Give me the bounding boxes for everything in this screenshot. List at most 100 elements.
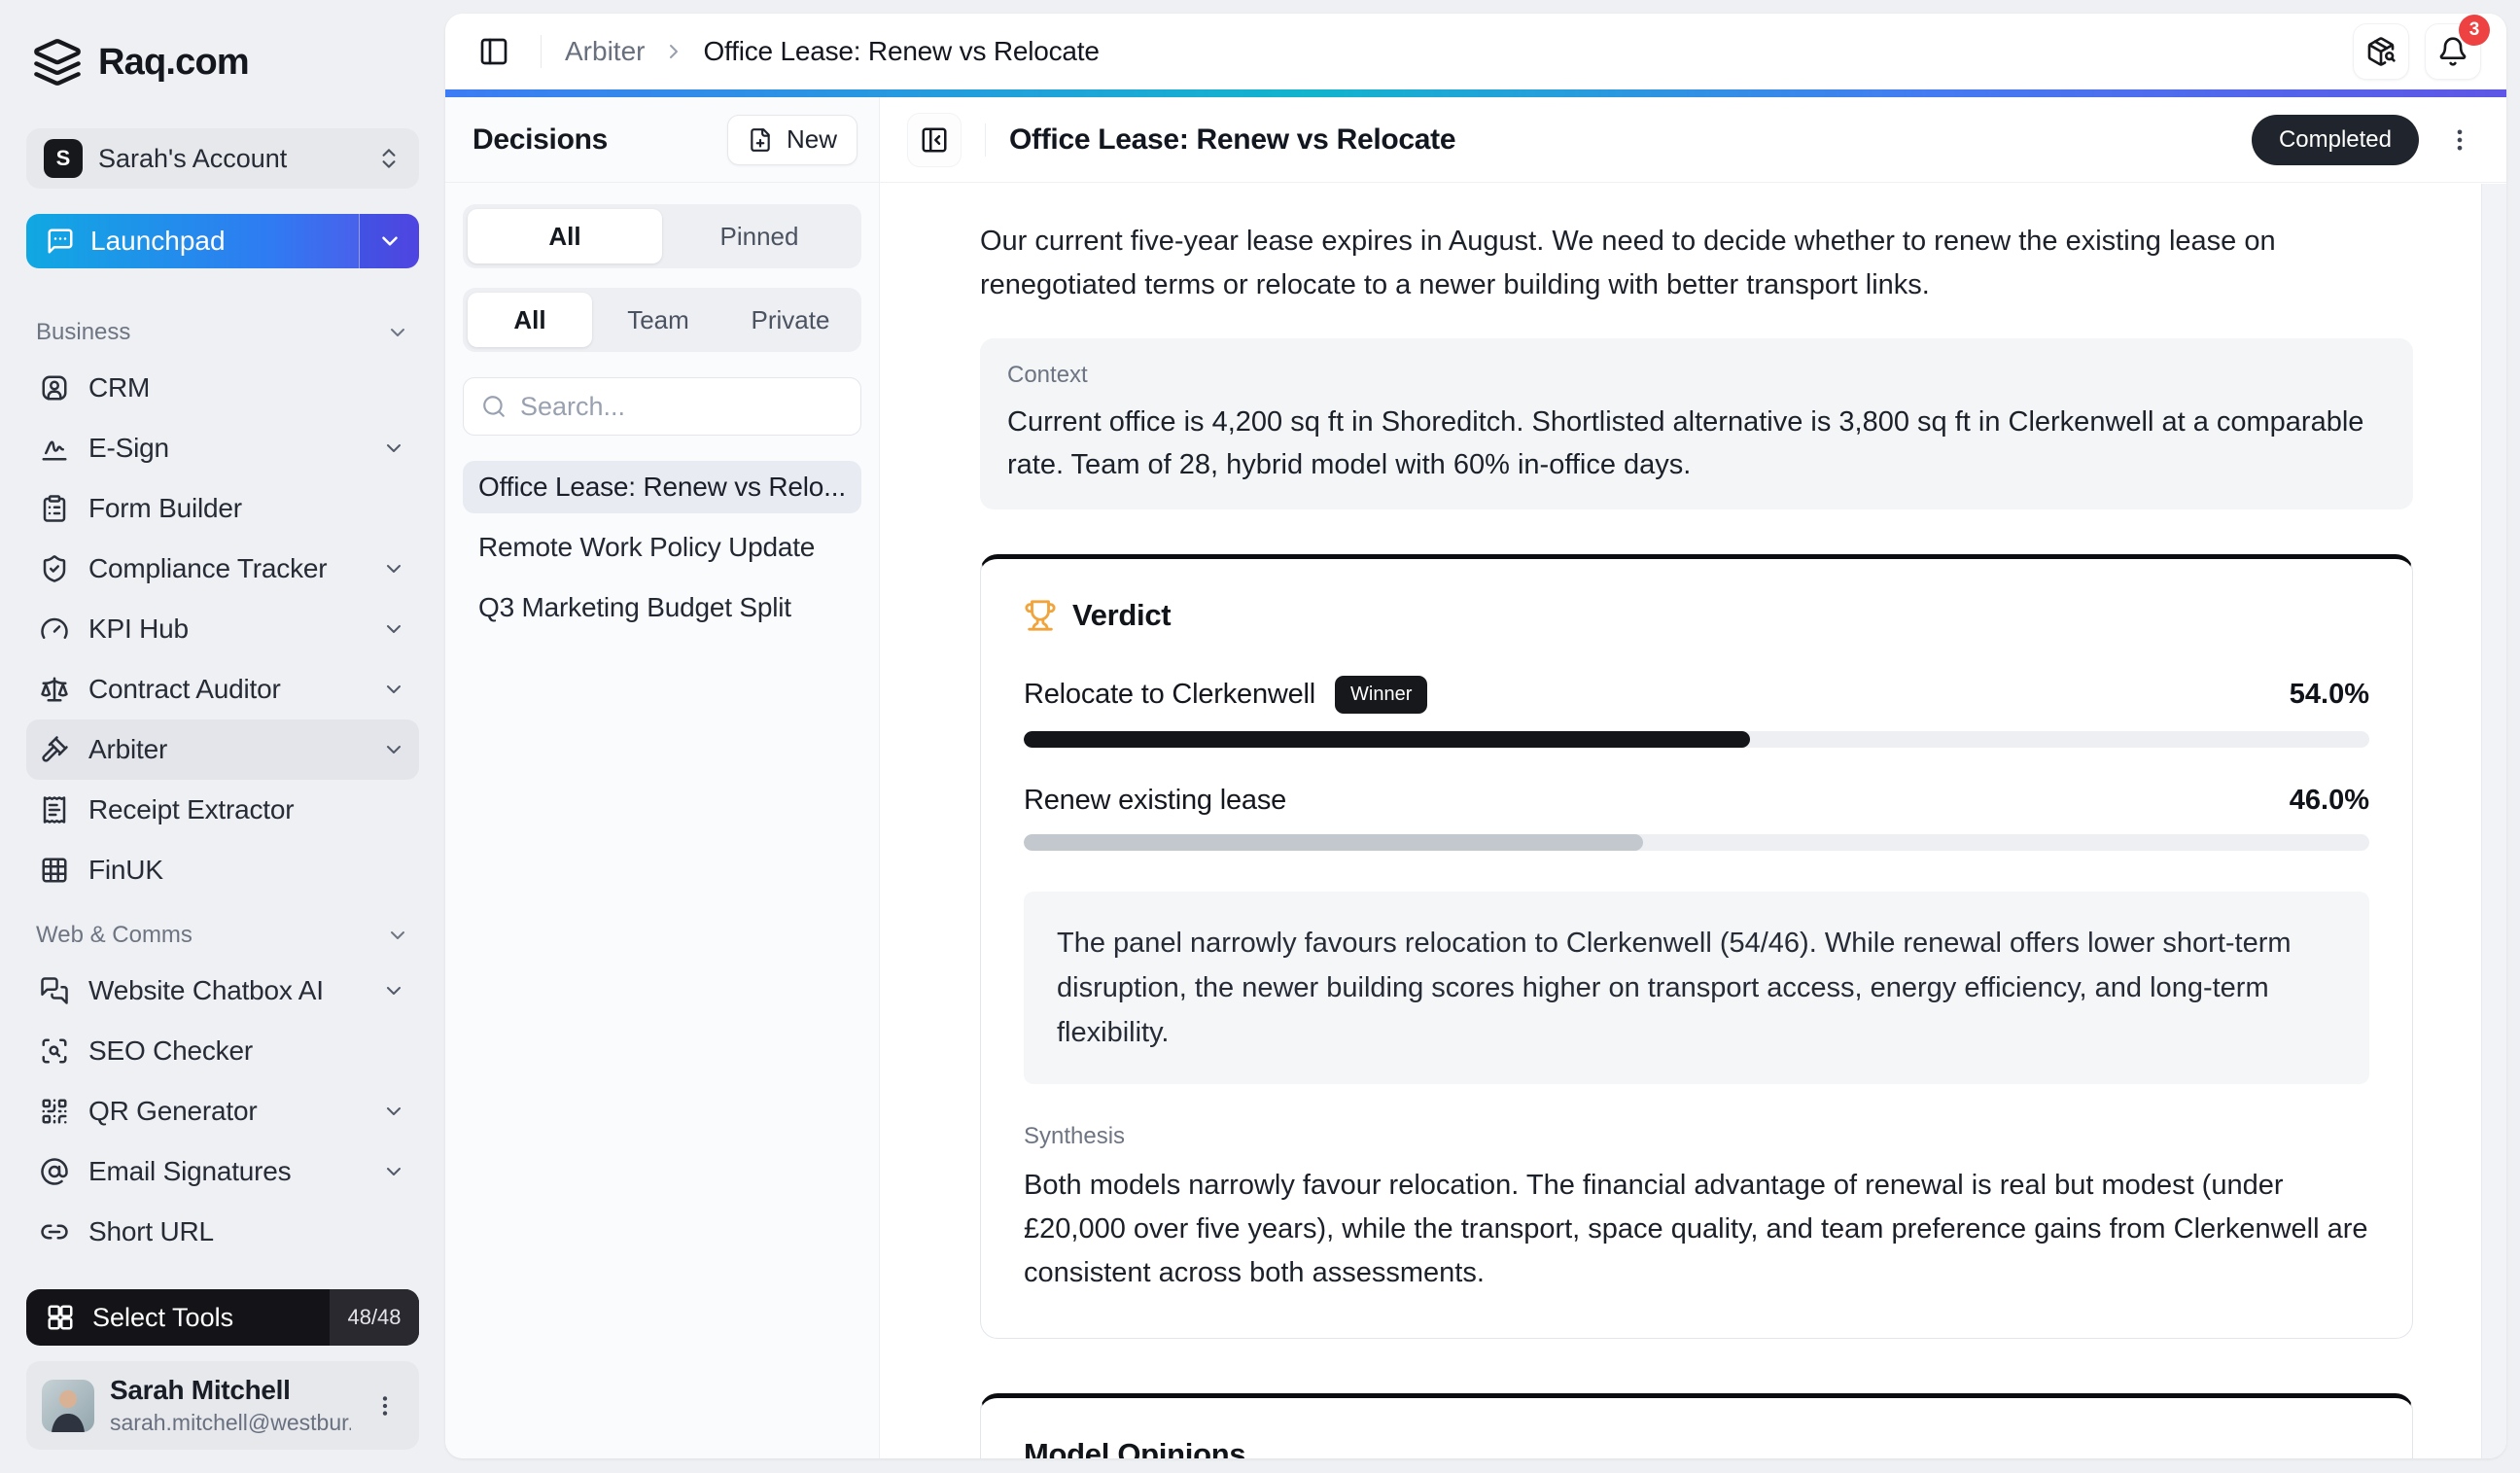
sidebar-item-receipt-extractor[interactable]: Receipt Extractor [26, 780, 419, 840]
sidebar-item-label: Short URL [88, 1216, 405, 1247]
notifications-button[interactable]: 3 [2425, 23, 2481, 80]
chevron-down-icon [386, 924, 409, 947]
panel-collapse-icon[interactable] [907, 113, 962, 167]
sidebar-item-compliance-tracker[interactable]: Compliance Tracker [26, 539, 419, 599]
progress-fill-runner-up [1024, 834, 1643, 851]
launchpad-main[interactable]: Launchpad [26, 214, 359, 268]
grid-table-icon [40, 856, 69, 885]
synthesis-text: Both models narrowly favour relocation. … [1024, 1164, 2369, 1295]
search-icon [481, 394, 507, 419]
tabs-scope: All Team Private [463, 288, 861, 352]
status-badge[interactable]: Completed [2252, 115, 2419, 165]
chevron-right-icon [662, 40, 685, 63]
decision-list: Office Lease: Renew vs Relo... Remote Wo… [463, 461, 861, 634]
decisions-header: Decisions New [445, 97, 879, 183]
more-options-kebab-icon[interactable] [2440, 121, 2479, 159]
sidebar-item-arbiter[interactable]: Arbiter [26, 719, 419, 780]
breadcrumb-parent[interactable]: Arbiter [565, 36, 645, 67]
avatar [42, 1380, 94, 1432]
sidebar-item-label: E-Sign [88, 433, 363, 464]
user-card[interactable]: Sarah Mitchell sarah.mitchell@westbur... [26, 1361, 419, 1450]
chevron-down-icon [382, 1160, 405, 1183]
sidebar-item-crm[interactable]: CRM [26, 358, 419, 418]
verdict-option-row: Relocate to Clerkenwell Winner 54.0% [1024, 676, 2369, 714]
sidebar-item-contract-auditor[interactable]: Contract Auditor [26, 659, 419, 719]
list-item-remote-work[interactable]: Remote Work Policy Update [463, 521, 861, 574]
account-name: Sarah's Account [98, 144, 361, 174]
tab-pinned[interactable]: Pinned [662, 209, 857, 263]
scrollbar[interactable] [2481, 184, 2506, 1458]
scales-icon [40, 675, 69, 704]
chevron-down-icon [382, 678, 405, 701]
verdict-title: Verdict [1072, 598, 1171, 633]
messages-icon [40, 976, 69, 1005]
decision-intro: Our current five-year lease expires in A… [980, 220, 2413, 307]
section-business-label: Business [36, 319, 130, 346]
sidebar-toggle-icon[interactable] [471, 28, 517, 75]
section-web-comms[interactable]: Web & Comms [26, 900, 419, 961]
option-percentage: 46.0% [2290, 785, 2369, 817]
list-item-office-lease[interactable]: Office Lease: Renew vs Relo... [463, 461, 861, 513]
tab-scope-private[interactable]: Private [724, 293, 857, 347]
search-input[interactable] [520, 392, 843, 422]
package-search-button[interactable] [2353, 23, 2409, 80]
sidebar-item-website-chatbox-ai[interactable]: Website Chatbox AI [26, 961, 419, 1021]
chevron-down-icon [382, 617, 405, 641]
sidebar-nav: Business CRM E-Sign Form Builder Complia… [26, 298, 419, 1262]
sidebar-item-label: Contract Auditor [88, 674, 363, 705]
top-header: Arbiter Office Lease: Renew vs Relocate … [445, 14, 2506, 89]
new-decision-button[interactable]: New [727, 115, 858, 165]
scroll-area: Our current five-year lease expires in A… [880, 183, 2506, 1458]
sidebar-item-kpi-hub[interactable]: KPI Hub [26, 599, 419, 659]
launchpad-dropdown[interactable] [359, 214, 419, 268]
synthesis-label: Synthesis [1024, 1123, 2369, 1150]
verdict-card: Verdict Relocate to Clerkenwell Winner 5… [980, 554, 2413, 1339]
sidebar-item-seo-checker[interactable]: SEO Checker [26, 1021, 419, 1081]
sidebar-item-email-signatures[interactable]: Email Signatures [26, 1141, 419, 1202]
chevron-down-icon [382, 437, 405, 460]
notification-badge: 3 [2459, 15, 2490, 46]
trophy-icon [1024, 599, 1057, 632]
clipboard-list-icon [40, 494, 69, 523]
qr-code-icon [40, 1097, 69, 1126]
receipt-icon [40, 795, 69, 824]
progress-track [1024, 834, 2369, 851]
sidebar-item-label: SEO Checker [88, 1035, 405, 1067]
user-name: Sarah Mitchell [110, 1375, 351, 1406]
signature-icon [40, 434, 69, 463]
sidebar-item-label: KPI Hub [88, 614, 363, 645]
section-business[interactable]: Business [26, 298, 419, 358]
tab-scope-team[interactable]: Team [592, 293, 724, 347]
user-meta: Sarah Mitchell sarah.mitchell@westbur... [110, 1375, 351, 1436]
sidebar-item-qr-generator[interactable]: QR Generator [26, 1081, 419, 1141]
sidebar-item-finuk[interactable]: FinUK [26, 840, 419, 900]
breadcrumb-current: Office Lease: Renew vs Relocate [703, 36, 1099, 67]
chat-icon [46, 227, 75, 256]
sidebar-spacer [26, 1262, 419, 1289]
tab-scope-all[interactable]: All [468, 293, 592, 347]
top-actions: 3 [2353, 23, 2481, 80]
sidebar-item-form-builder[interactable]: Form Builder [26, 478, 419, 539]
account-switcher[interactable]: S Sarah's Account [26, 128, 419, 189]
chevron-down-icon [382, 557, 405, 580]
sidebar-item-label: Arbiter [88, 734, 363, 765]
sidebar-item-label: QR Generator [88, 1096, 363, 1127]
user-menu-kebab-icon[interactable] [367, 1387, 403, 1424]
verdict-header: Verdict [1024, 598, 2369, 633]
verdict-option-row: Renew existing lease 46.0% [1024, 785, 2369, 817]
sidebar-item-short-url[interactable]: Short URL [26, 1202, 419, 1262]
context-text: Current office is 4,200 sq ft in Shoredi… [1007, 401, 2386, 486]
list-item-q3-marketing[interactable]: Q3 Marketing Budget Split [463, 581, 861, 634]
account-avatar: S [44, 139, 83, 178]
workspace: Decisions New All Pinned All Team Privat… [445, 97, 2506, 1458]
launchpad-button[interactable]: Launchpad [26, 214, 419, 268]
at-sign-icon [40, 1157, 69, 1186]
tab-all[interactable]: All [468, 209, 662, 263]
decisions-title: Decisions [472, 123, 608, 157]
search-box[interactable] [463, 377, 861, 436]
option-label: Relocate to Clerkenwell [1024, 679, 1315, 711]
select-tools-button[interactable]: Select Tools 48/48 [26, 1289, 419, 1346]
app-root: Raq.com S Sarah's Account Launchpad [0, 0, 2520, 1473]
sidebar-item-e-sign[interactable]: E-Sign [26, 418, 419, 478]
file-plus-icon [748, 127, 773, 153]
